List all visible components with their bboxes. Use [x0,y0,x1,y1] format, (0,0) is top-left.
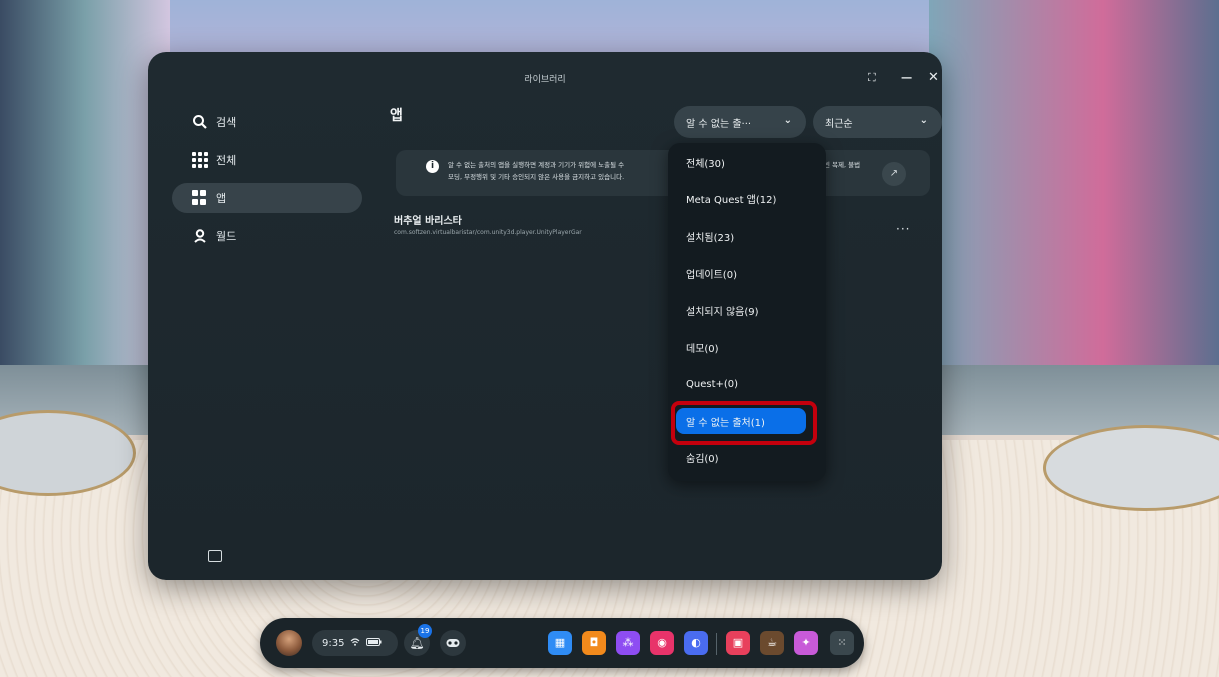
filter-option[interactable]: Quest+(0) [676,371,806,397]
minimize-button[interactable]: − [900,70,913,86]
sidebar-item-label: 검색 [216,116,237,129]
headset-icon [446,637,460,651]
filter-option[interactable]: Meta Quest 앱(12) [676,185,806,211]
taskbar-dock: 9:35 🔔︎ 19 ▦ ◘ ⁂ ◉ ◐ ▣ ☕︎ ✦ ⁙ [260,618,864,668]
shop-app-icon[interactable]: ◘ [582,631,606,655]
bell-icon: 🔔︎ [409,636,425,650]
chevron-down-icon: ⌄ [919,115,928,126]
page-title: 앱 [390,108,403,124]
external-link-icon[interactable]: ↗ [882,162,906,186]
grid-icon [192,152,208,168]
filter-dropdown-value: 알 수 없는 출··· [686,118,752,130]
unknown-sources-notice: i 알 수 없는 출처의 앱을 실행하면 계정과 기기가 위험에 노출될 수 모… [396,150,930,196]
filter-dropdown[interactable]: 알 수 없는 출··· ⌄ [674,106,806,138]
info-icon: i [426,160,439,173]
sidebar-item-label: 월드 [216,230,237,243]
sidebar-item-label: 앱 [216,192,227,205]
selection-highlight-box [671,401,817,445]
events-app-icon[interactable]: ▣ [726,631,750,655]
filter-option[interactable]: 전체(30) [676,149,806,175]
resize-icon[interactable]: ⛶ [868,70,876,86]
status-pill[interactable]: 9:35 [312,630,398,656]
search-icon [192,114,208,130]
sort-dropdown-value: 최근순 [825,118,853,130]
chevron-down-icon: ⌄ [783,115,792,126]
filter-option[interactable]: 업데이트(0) [676,260,806,286]
notice-line-2: 모딩, 부정행위 및 기타 승인되지 않은 사용을 금지하고 있습니다. [448,173,625,181]
avatar[interactable] [276,630,302,656]
clock-time: 9:35 [322,637,345,649]
filter-option[interactable]: 숨김(0) [676,444,806,470]
window-title: 라이브러리 [524,75,566,85]
more-options-button[interactable]: ··· [896,222,910,236]
filter-option[interactable]: 설치되지 않음(9) [676,297,806,323]
sidebar-item-apps[interactable]: 앱 [172,183,362,213]
sidebar-item-all[interactable]: 전체 [172,145,362,175]
world-icon [192,228,208,244]
filter-option[interactable]: 데모(0) [676,334,806,360]
notifications-button[interactable]: 🔔︎ 19 [404,624,432,656]
game-app-icon[interactable]: ✦ [794,631,818,655]
browser-app-icon[interactable]: ◐ [684,631,708,655]
sidebar-item-label: 전체 [216,154,237,167]
dock-separator [716,633,717,655]
notice-text: 알 수 없는 출처의 앱을 실행하면 계정과 기기가 위험에 노출될 수 모딩,… [448,159,678,183]
app-name[interactable]: 버추얼 바리스타 [394,212,462,227]
camera-app-icon[interactable]: ◉ [650,631,674,655]
sidebar-item-worlds[interactable]: 월드 [172,221,362,251]
notice-line-1: 알 수 없는 출처의 앱을 실행하면 계정과 기기가 위험에 노출될 수 [448,161,625,169]
virtual-barista-app-icon[interactable]: ☕︎ [760,631,784,655]
store-app-icon[interactable]: ▦ [548,631,572,655]
people-app-icon[interactable]: ⁂ [616,631,640,655]
battery-icon [366,637,382,649]
controller-button[interactable] [440,630,466,656]
library-app-icon[interactable]: ⁙ [830,631,854,655]
notification-badge: 19 [418,624,432,638]
wifi-icon [350,637,360,649]
sidebar-item-search[interactable]: 검색 [172,107,362,137]
app-package: com.softzen.virtualbaristar/com.unity3d.… [394,229,582,236]
sidebar-toggle-icon[interactable] [208,550,222,562]
filter-option[interactable]: 설치됨(23) [676,223,806,249]
sort-dropdown[interactable]: 최근순 ⌄ [813,106,942,138]
apps-icon [192,190,208,206]
sidebar: 검색 전체 앱 월드 [172,107,362,259]
close-button[interactable]: ✕ [928,70,939,86]
notice-text-tail: 빈 복제, 불법 [824,161,861,169]
